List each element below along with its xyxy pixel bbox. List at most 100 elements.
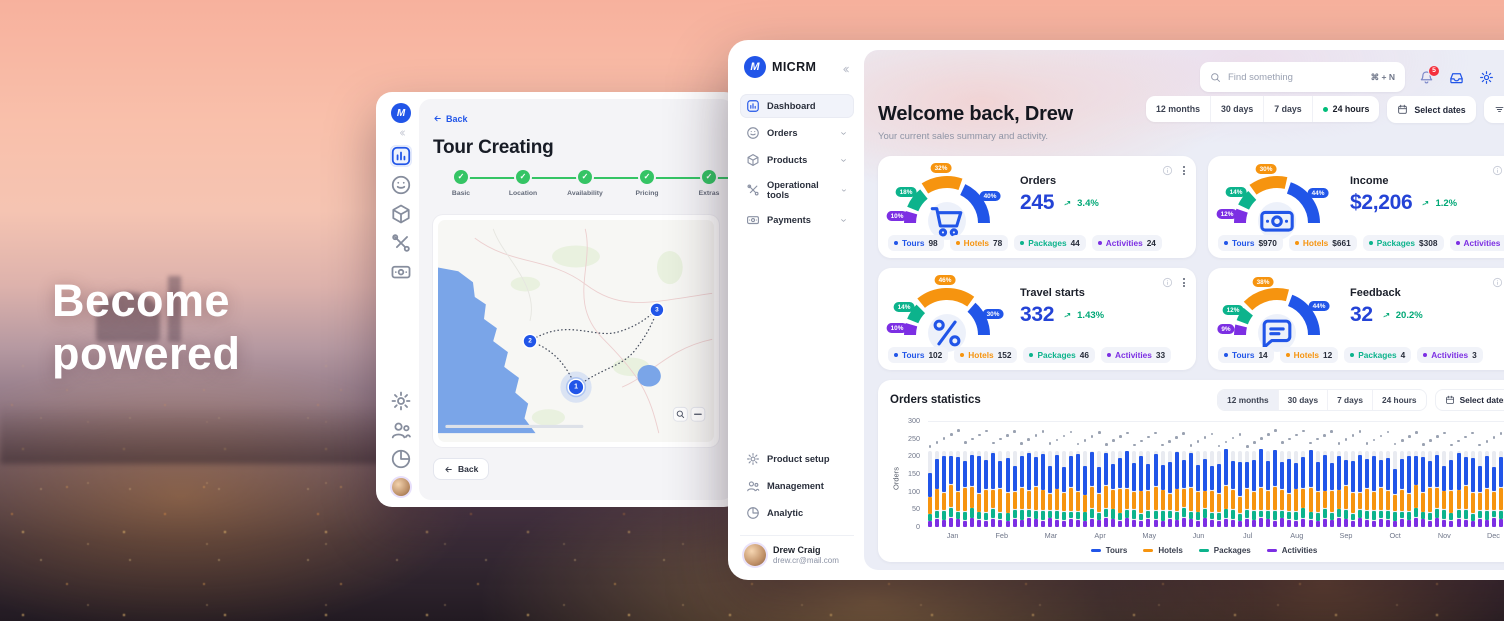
- bar-segment-activities: [1210, 520, 1214, 527]
- bar-dot: [1387, 431, 1390, 434]
- range-chip-30-days[interactable]: 30 days: [1211, 96, 1264, 122]
- bar-column: [1238, 421, 1242, 527]
- bar-segment-packages: [1189, 512, 1193, 519]
- bar-column: [949, 421, 953, 527]
- crm-dashboard-window: M MICRM DashboardOrdersProductsOperation…: [728, 40, 1504, 580]
- info-icon[interactable]: [1492, 165, 1503, 176]
- stepper-step-pricing[interactable]: ✓Pricing: [619, 170, 675, 197]
- sidebar-tools-icon[interactable]: [390, 232, 412, 254]
- map-pin-2[interactable]: 2: [523, 334, 537, 348]
- notifications-button[interactable]: 5: [1419, 70, 1434, 85]
- bar-segment-hotels: [1421, 493, 1425, 512]
- range-chip-24-hours[interactable]: 24 hours: [1313, 96, 1380, 122]
- bar-segment-hotels: [1280, 490, 1284, 510]
- sidebar-item-management[interactable]: Management: [740, 474, 854, 498]
- map-scrollbar[interactable]: [445, 425, 583, 428]
- orders-statistics-panel: Orders statistics 12 months30 days7 days…: [878, 380, 1504, 562]
- stepper-step-location[interactable]: ✓Location: [495, 170, 551, 197]
- bar-column: [1414, 421, 1418, 527]
- gauge-percent-label: 40%: [980, 191, 1001, 201]
- range-chip-7-days[interactable]: 7 days: [1264, 96, 1312, 122]
- category-gauge: 12%14%30%44%: [1218, 167, 1336, 231]
- step-check-icon: ✓: [640, 170, 654, 184]
- sidebar-item-dashboard[interactable]: Dashboard: [740, 94, 854, 118]
- sidebar-item-operational-tools[interactable]: Operational tools: [740, 175, 854, 205]
- sidebar-item-products[interactable]: Products: [740, 148, 854, 172]
- bar-segment-hotels: [1478, 493, 1482, 510]
- settings-button[interactable]: [1479, 70, 1494, 85]
- bar-segment-activities: [1273, 521, 1277, 527]
- month-label: Dec: [1469, 531, 1504, 540]
- hero-line-1: Become: [52, 274, 241, 327]
- chart-select-dates-button[interactable]: Select dates: [1435, 389, 1504, 411]
- map-pin-3[interactable]: 3: [650, 303, 664, 317]
- bar-segment-activities: [1196, 521, 1200, 527]
- search-input[interactable]: Find something ⌘ + N: [1200, 62, 1405, 92]
- sidebar-secondary-menu: Product setup Management Analytic: [740, 447, 854, 525]
- collapse-sidebar-icon[interactable]: [839, 62, 850, 73]
- tour-creating-window: M Back Tour Creating ✓Basic✓Location✓Ava…: [376, 92, 740, 507]
- bar-segment-activities: [1485, 520, 1489, 527]
- back-button[interactable]: Back: [433, 458, 489, 480]
- bar-segment-packages: [1034, 511, 1038, 519]
- bar-segment-hotels: [1097, 494, 1101, 512]
- sidebar-payments-icon[interactable]: [390, 261, 412, 283]
- gauge-percent-label: 44%: [1308, 188, 1329, 198]
- y-tick: 100: [908, 487, 920, 496]
- brand-logo[interactable]: M: [744, 56, 766, 78]
- chart-range-chip-24-hours[interactable]: 24 hours: [1373, 390, 1426, 410]
- legend-item-packages: Packages: [1199, 546, 1251, 555]
- inbox-button[interactable]: [1449, 70, 1464, 85]
- chart-range-chip-7-days[interactable]: 7 days: [1328, 390, 1373, 410]
- collapse-sidebar-icon[interactable]: [396, 125, 406, 135]
- sidebar-setup-icon[interactable]: [390, 390, 412, 412]
- avatar[interactable]: [392, 478, 410, 496]
- map-canvas[interactable]: 1 2 3: [438, 220, 714, 442]
- bar-segment-hotels: [1294, 489, 1298, 511]
- bar-segment-hotels: [1344, 486, 1348, 509]
- sidebar-products-icon[interactable]: [390, 203, 412, 225]
- analytic-icon: [746, 506, 760, 520]
- sidebar-orders-icon[interactable]: [390, 174, 412, 196]
- bar-column: [1421, 421, 1425, 527]
- month-label: Mar: [1026, 531, 1075, 540]
- bar-segment-tours: [1090, 452, 1094, 487]
- bar-column: [1055, 421, 1059, 527]
- sidebar-analytic-icon[interactable]: [390, 448, 412, 470]
- stepper-step-extras[interactable]: ✓Extras: [681, 170, 733, 197]
- stepper-step-basic[interactable]: ✓Basic: [433, 170, 489, 197]
- kebab-menu-icon[interactable]: [1182, 165, 1186, 176]
- sidebar-item-orders[interactable]: Orders: [740, 121, 854, 145]
- sidebar-dashboard-icon[interactable]: [390, 145, 412, 167]
- info-icon[interactable]: [1492, 277, 1503, 288]
- filters-button[interactable]: Filters: [1484, 96, 1504, 123]
- chart-range-chip-30-days[interactable]: 30 days: [1279, 390, 1328, 410]
- bar-segment-packages: [1027, 510, 1031, 517]
- bar-column: [1435, 421, 1439, 527]
- sidebar-item-analytic[interactable]: Analytic: [740, 501, 854, 525]
- sidebar-management-icon[interactable]: [390, 419, 412, 441]
- sidebar-item-product-setup[interactable]: Product setup: [740, 447, 854, 471]
- bar-column: [956, 421, 960, 527]
- bar-segment-packages: [1379, 511, 1383, 518]
- select-dates-button[interactable]: Select dates: [1387, 96, 1475, 123]
- range-chip-12-months[interactable]: 12 months: [1146, 96, 1211, 122]
- route-map[interactable]: 1 2 3: [433, 215, 719, 447]
- back-link[interactable]: Back: [433, 114, 468, 124]
- bar-segment-tours: [1154, 454, 1158, 486]
- map-zoom-controls[interactable]: [674, 407, 705, 421]
- bar-segment-hotels: [1020, 488, 1024, 510]
- info-icon[interactable]: [1162, 165, 1173, 176]
- brand-logo[interactable]: M: [391, 103, 411, 123]
- bar-segment-tours: [1048, 466, 1052, 493]
- tag-tours: Tours$970: [1218, 235, 1283, 251]
- user-profile[interactable]: Drew Craig drew.cr@mail.com: [740, 535, 854, 568]
- bar-segment-packages: [1104, 509, 1108, 517]
- stepper-step-availability[interactable]: ✓Availability: [557, 170, 613, 197]
- bar-segment-hotels: [1224, 486, 1228, 509]
- map-pin-1[interactable]: 1: [568, 379, 584, 395]
- kebab-menu-icon[interactable]: [1182, 277, 1186, 288]
- sidebar-item-payments[interactable]: Payments: [740, 208, 854, 232]
- info-icon[interactable]: [1162, 277, 1173, 288]
- chart-range-chip-12-months[interactable]: 12 months: [1218, 390, 1279, 410]
